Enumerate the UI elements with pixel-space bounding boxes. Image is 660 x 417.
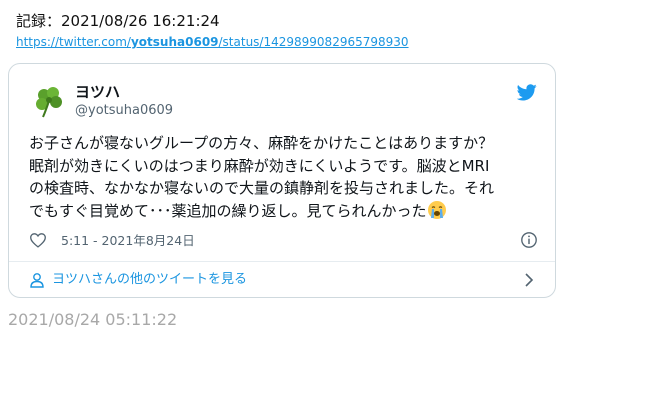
- page: 記録：2021/08/26 16:21:24 https://twitter.c…: [0, 0, 660, 417]
- heart-icon[interactable]: [29, 232, 47, 248]
- embedded-tweet-card: ヨツハ @yotsuha0609 お子さんが寝ないグループの方々、麻酔をかけたこ…: [8, 63, 556, 298]
- author-handle[interactable]: @yotsuha0609: [75, 102, 173, 120]
- tweet-source-link[interactable]: https://twitter.com/yotsuha0609/status/1…: [16, 34, 409, 50]
- tweet-text: お子さんが寝ないグループの方々、麻酔をかけたことはありますか？ 眠剤が効きにくい…: [29, 132, 544, 222]
- more-tweets-label: ヨツハさんの他のツイートを見る: [52, 272, 248, 287]
- person-icon: [30, 273, 44, 288]
- tweet-body: お子さんが寝ないグループの方々、麻酔をかけたことはありますか？ 眠剤が効きにくい…: [29, 134, 495, 220]
- twitter-bird-icon[interactable]: [517, 84, 537, 101]
- record-timestamp: 記録：2021/08/26 16:21:24: [16, 12, 220, 30]
- chevron-right-icon: [525, 273, 534, 287]
- tweet-posted-time: 2021/08/24 05:11:22: [8, 310, 178, 329]
- clover-avatar-icon[interactable]: [29, 82, 69, 122]
- tweet-meta-row: 5:11 - 2021年8月24日: [29, 230, 537, 252]
- more-tweets-link[interactable]: ヨツハさんの他のツイートを見る: [9, 262, 555, 298]
- source-url-handle: yotsuha0609: [130, 35, 219, 49]
- loudly-crying-face-icon: [427, 200, 446, 219]
- tweet-timestamp[interactable]: 5:11 - 2021年8月24日: [61, 232, 195, 250]
- source-url-prefix: https://twitter.com/: [16, 35, 131, 49]
- author-name[interactable]: ヨツハ: [75, 82, 120, 102]
- source-url-suffix: /status/1429899082965798930: [218, 35, 409, 49]
- info-icon[interactable]: [520, 231, 538, 249]
